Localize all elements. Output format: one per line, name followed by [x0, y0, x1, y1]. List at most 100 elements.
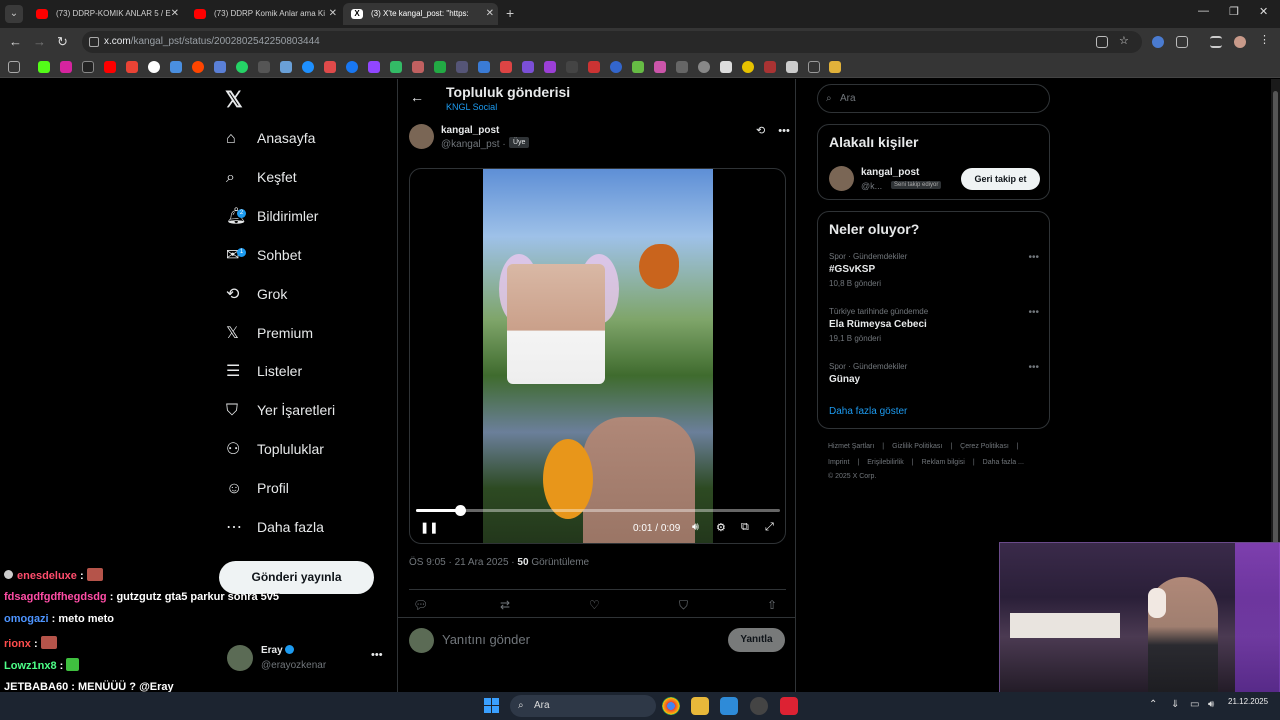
bookmark-icon-24[interactable]: [544, 61, 556, 73]
settings-gear-icon[interactable]: ⚙: [716, 521, 726, 534]
app-icon[interactable]: [750, 697, 768, 715]
twitch-icon[interactable]: [368, 61, 380, 73]
instagram-icon[interactable]: [60, 61, 72, 73]
sidebar-item-7[interactable]: ⛉ Yer İşaretleri: [226, 395, 335, 425]
bookmark-icon-23[interactable]: [522, 61, 534, 73]
whatsapp-icon[interactable]: [236, 61, 248, 73]
sidebar-item-3[interactable]: ✉ 1 Sohbet: [226, 240, 301, 270]
extension-icon[interactable]: [1152, 36, 1164, 48]
video-player[interactable]: ❚❚ 0:01 / 0:09 🔊︎ ⚙ ⧉ ⤢: [409, 168, 786, 544]
youtube-bookmark-icon[interactable]: [104, 61, 116, 73]
bookmark-icon-26[interactable]: [588, 61, 600, 73]
folder-icon[interactable]: [829, 61, 841, 73]
follow-back-button[interactable]: Geri takip et: [961, 168, 1040, 190]
sidebar-item-8[interactable]: ⚇ Topluluklar: [226, 434, 324, 464]
show-more-link[interactable]: Daha fazla göster: [829, 406, 907, 417]
sidebar-item-9[interactable]: ☺ Profil: [226, 473, 289, 503]
more-dots-icon[interactable]: •••: [778, 125, 790, 137]
footer-link[interactable]: |: [912, 459, 914, 466]
footer-link[interactable]: Erişilebilirlik: [867, 459, 904, 466]
bookmark-icon-21[interactable]: [478, 61, 490, 73]
post-button[interactable]: Gönderi yayınla: [219, 561, 374, 594]
x-logo-icon[interactable]: 𝕏: [225, 87, 243, 113]
tray-volume-icon[interactable]: 🔊︎: [1208, 699, 1214, 710]
browser-tab-active[interactable]: X (3) X'te kangal_post: "https: ✕: [343, 3, 498, 25]
footer-link[interactable]: Hizmet Şartları: [828, 443, 874, 450]
sidebar-item-5[interactable]: 𝕏 Premium: [226, 318, 313, 348]
bookmark-icon-36[interactable]: [808, 61, 820, 73]
post-timestamp[interactable]: ÖS 9:05 · 21 Ara 2025 ·: [409, 557, 515, 568]
photos-icon[interactable]: [720, 697, 738, 715]
bookmark-icon-12[interactable]: [280, 61, 292, 73]
sidebar-item-4[interactable]: ⟲ Grok: [226, 279, 287, 309]
sidebar-item-2[interactable]: 🔔︎ 2 Bildirimler: [226, 201, 318, 231]
bookmark-icon-19[interactable]: [434, 61, 446, 73]
reading-list-icon[interactable]: [1210, 36, 1222, 48]
kebab-menu-icon[interactable]: ⋮: [1259, 33, 1271, 46]
bookmark-icon-28[interactable]: [632, 61, 644, 73]
related-name[interactable]: kangal_post: [861, 167, 919, 178]
app-icon-notification[interactable]: [780, 697, 798, 715]
more-dots-icon[interactable]: •••: [1028, 362, 1039, 373]
browser-tab[interactable]: (73) DDRP-KOMIK ANLAR 5 / E ✕: [28, 3, 183, 25]
reddit-icon[interactable]: [192, 61, 204, 73]
avatar[interactable]: [829, 166, 854, 191]
apps-grid-icon[interactable]: [8, 61, 20, 73]
trend-item[interactable]: Türkiye tarihinde gündemde Ela Rümeysa C…: [829, 307, 1039, 343]
trend-item[interactable]: Spor · Gündemdekiler #GSvKSP 10,8 B gönd…: [829, 252, 1039, 288]
maximize-button[interactable]: ❐: [1229, 5, 1239, 18]
like-icon[interactable]: ♡: [589, 598, 600, 612]
extensions-puzzle-icon[interactable]: [1176, 36, 1188, 48]
tray-download-icon[interactable]: ⇓: [1171, 699, 1179, 710]
reload-icon[interactable]: ↻: [57, 34, 68, 50]
file-explorer-icon[interactable]: [691, 697, 709, 715]
grok-icon[interactable]: ⟲: [756, 125, 765, 137]
bookmark-icon-29[interactable]: [654, 61, 666, 73]
taskbar-search[interactable]: ⌕ Ara: [510, 695, 656, 717]
taskbar-clock[interactable]: 21.12.2025: [1228, 697, 1268, 707]
install-app-icon[interactable]: [1096, 36, 1108, 48]
new-tab-button[interactable]: +: [506, 5, 514, 21]
footer-link[interactable]: Gizlilik Politikası: [892, 443, 942, 450]
bookmark-icon-18[interactable]: [412, 61, 424, 73]
bookmark-icon-35[interactable]: [786, 61, 798, 73]
windows-start-icon[interactable]: [484, 698, 500, 714]
forward-icon[interactable]: →: [33, 34, 46, 49]
footer-link[interactable]: Reklam bilgisi: [922, 459, 965, 466]
bookmark-icon-11[interactable]: [258, 61, 270, 73]
picture-in-picture-icon[interactable]: ⧉: [741, 521, 749, 534]
search-input[interactable]: ⌕ Ara: [817, 84, 1050, 113]
repost-icon[interactable]: ⇄: [500, 598, 510, 612]
author-handle[interactable]: @kangal_pst ·: [441, 139, 506, 150]
back-icon[interactable]: ←: [9, 34, 22, 49]
bookmark-icon-17[interactable]: [390, 61, 402, 73]
sidebar-item-0[interactable]: ⌂ Anasayfa: [226, 123, 315, 153]
video-frame[interactable]: [483, 169, 713, 543]
footer-link[interactable]: Daha fazla ...: [983, 459, 1024, 466]
footer-link[interactable]: Imprint: [828, 459, 849, 466]
bookmark-icon-25[interactable]: [566, 61, 578, 73]
tray-display-icon[interactable]: ▭: [1190, 699, 1199, 710]
bookmark-icon-33[interactable]: [742, 61, 754, 73]
bookmark-icon-34[interactable]: [764, 61, 776, 73]
fullscreen-icon[interactable]: ⤢: [765, 521, 774, 534]
bookmark-icon[interactable]: ⛉: [679, 598, 688, 613]
bookmark-icon-31[interactable]: [698, 61, 710, 73]
url-field[interactable]: x.com/kangal_pst/status/2002802542250803…: [82, 31, 1142, 53]
bookmark-icon-7[interactable]: [170, 61, 182, 73]
video-progress-bar[interactable]: [416, 505, 780, 516]
more-dots-icon[interactable]: •••: [1028, 307, 1039, 318]
minimize-button[interactable]: —: [1198, 5, 1209, 17]
gmail-icon[interactable]: [126, 61, 138, 73]
bookmark-icon-27[interactable]: [610, 61, 622, 73]
facebook-icon[interactable]: [346, 61, 358, 73]
sidebar-item-10[interactable]: ⋯ Daha fazla: [226, 512, 324, 542]
profile-avatar-icon[interactable]: [1234, 36, 1246, 48]
sidebar-item-6[interactable]: ☰ Listeler: [226, 356, 302, 386]
reply-icon[interactable]: 💬︎: [413, 598, 428, 612]
google-icon[interactable]: [148, 61, 160, 73]
tab-close-icon[interactable]: ✕: [329, 3, 337, 25]
author-name[interactable]: kangal_post: [441, 125, 499, 136]
more-dots-icon[interactable]: •••: [371, 649, 383, 661]
pause-icon[interactable]: ❚❚: [420, 521, 438, 534]
